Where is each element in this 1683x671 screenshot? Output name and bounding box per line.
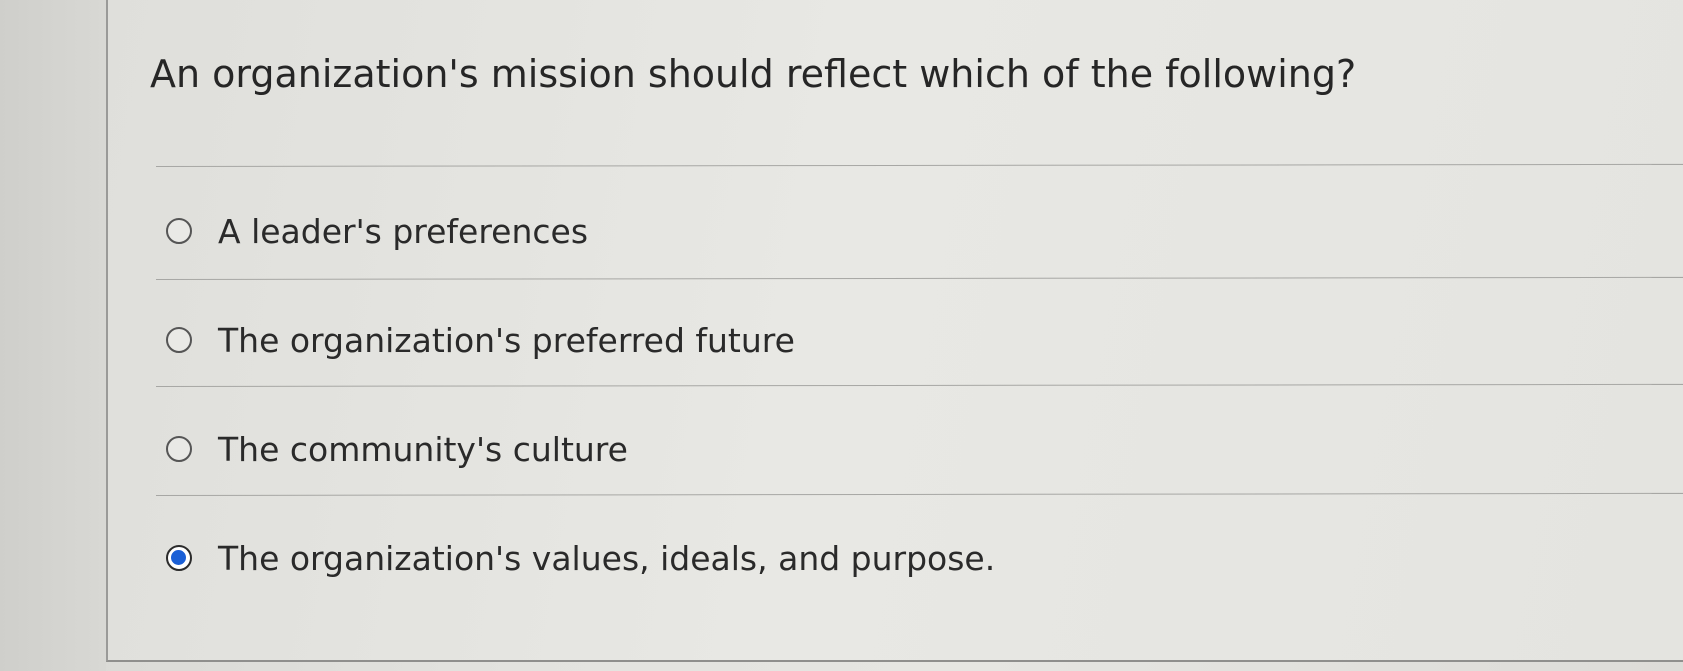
radio-button-unchecked-icon[interactable] bbox=[166, 327, 192, 353]
answer-option-label: The organization's preferred future bbox=[218, 320, 795, 360]
answer-option-label: A leader's preferences bbox=[218, 211, 589, 251]
question-text: An organization's mission should reflect… bbox=[150, 52, 1357, 96]
answer-option-1[interactable]: A leader's preferences bbox=[166, 206, 588, 256]
answer-option-label: The community's culture bbox=[218, 429, 628, 469]
answer-option-2[interactable]: The organization's preferred future bbox=[166, 315, 795, 365]
radio-button-unchecked-icon[interactable] bbox=[166, 436, 192, 462]
answer-option-label: The organization's values, ideals, and p… bbox=[218, 538, 996, 578]
answer-option-4-selected[interactable]: The organization's values, ideals, and p… bbox=[166, 533, 995, 583]
answer-option-3[interactable]: The community's culture bbox=[166, 424, 628, 474]
quiz-screen: An organization's mission should reflect… bbox=[0, 0, 1683, 671]
radio-button-checked-icon[interactable] bbox=[166, 545, 192, 571]
radio-button-unchecked-icon[interactable] bbox=[166, 218, 192, 244]
left-margin bbox=[0, 0, 106, 671]
